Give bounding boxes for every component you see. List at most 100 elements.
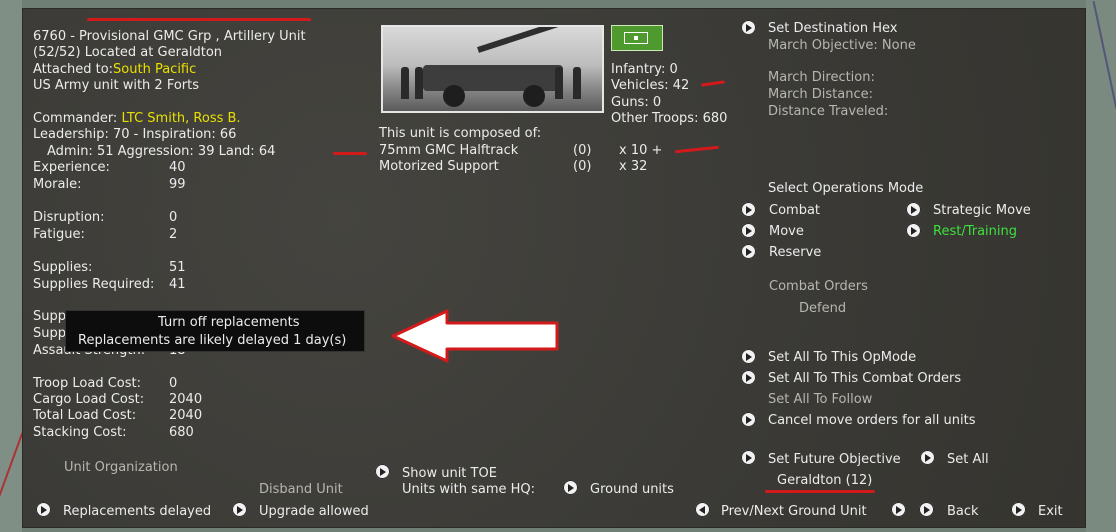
stat-label: Experience: [33, 160, 110, 175]
stat-value: 0 [169, 210, 178, 225]
future-objective-value: Geraldton (12) [777, 473, 873, 488]
unit-title: 6760 - Provisional GMC Grp , Artillery U… [33, 29, 306, 44]
disband-unit-label[interactable]: Disband Unit [259, 482, 343, 498]
unit-type: US Army unit with 2 Forts [33, 78, 200, 93]
load-value: 2040 [169, 408, 203, 423]
guns-count: Guns: 0 [611, 95, 662, 110]
replacements-label[interactable]: Replacements delayed [63, 504, 211, 520]
exit-label[interactable]: Exit [1038, 504, 1063, 520]
march-distance: March Distance: [768, 87, 873, 102]
combat-mode-button-icon[interactable] [741, 202, 756, 217]
march-objective: March Objective: None [768, 38, 916, 53]
set-all-opmode-button-icon[interactable] [741, 349, 756, 364]
reserve-mode-label[interactable]: Reserve [769, 245, 821, 261]
load-label: Total Load Cost: [33, 408, 137, 423]
set-all-button-icon[interactable] [920, 450, 935, 465]
stat-value: 40 [169, 160, 186, 175]
annotation-underline [700, 80, 726, 87]
cancel-move-label[interactable]: Cancel move orders for all units [768, 413, 975, 429]
distance-traveled: Distance Traveled: [768, 104, 889, 119]
move-mode-label[interactable]: Move [769, 224, 804, 240]
other-troops-count: Other Troops: 680 [611, 111, 728, 126]
attached-hq-link[interactable]: South Pacific [113, 62, 196, 77]
unit-organization-label[interactable]: Unit Organization [64, 460, 178, 476]
composition-item-count: (0) [573, 143, 592, 158]
cancel-move-button-icon[interactable] [741, 412, 756, 427]
set-all-orders-button-icon[interactable] [741, 370, 756, 385]
reserve-mode-button-icon[interactable] [741, 244, 756, 259]
composition-item-qty: x 10 + [619, 143, 663, 158]
replacements-button-icon[interactable] [36, 502, 51, 517]
vehicles-count: Vehicles: 42 [611, 78, 690, 93]
replacements-tooltip: Turn off replacements Replacements are l… [65, 310, 365, 352]
move-mode-button-icon[interactable] [741, 223, 756, 238]
composition-item-name: Motorized Support [379, 159, 499, 174]
stat-label: Fatigue: [33, 227, 85, 242]
commander-label: Commander: [33, 111, 118, 126]
composition-header: This unit is composed of: [379, 126, 542, 141]
admin-line: Admin: 51 Aggression: 39 Land: 64 [47, 144, 276, 159]
upgrade-label[interactable]: Upgrade allowed [259, 504, 369, 520]
upgrade-button-icon[interactable] [232, 502, 247, 517]
rest-training-label[interactable]: Rest/Training [933, 224, 1017, 240]
composition-item-qty: x 32 [619, 159, 648, 174]
set-all-opmode-label[interactable]: Set All To This OpMode [768, 350, 916, 366]
stat-value: 99 [169, 177, 186, 192]
load-label: Cargo Load Cost: [33, 392, 145, 407]
composition-item-count: (0) [573, 159, 592, 174]
combat-orders-label: Combat Orders [769, 279, 868, 294]
set-destination-button-icon[interactable] [741, 20, 756, 35]
show-toe-button-icon[interactable] [375, 464, 390, 479]
future-objective-label[interactable]: Set Future Objective [768, 452, 901, 468]
prev-next-unit-label: Prev/Next Ground Unit [721, 504, 867, 519]
annotation-underline [87, 18, 311, 21]
load-value: 2040 [169, 392, 203, 407]
load-value: 0 [169, 376, 178, 391]
future-objective-button-icon[interactable] [741, 450, 756, 465]
annotation-underline [765, 490, 875, 493]
set-destination-label[interactable]: Set Destination Hex [768, 21, 897, 37]
set-all-orders-label[interactable]: Set All To This Combat Orders [768, 371, 961, 387]
unit-location: (52/52) Located at Geraldton [33, 45, 223, 60]
commander-line: Commander: LTC Smith, Ross B. [33, 111, 241, 127]
back-button-icon[interactable] [919, 502, 934, 517]
leadership-line: Leadership: 70 - Inspiration: 66 [33, 127, 237, 142]
composition-item-name: 75mm GMC Halftrack [379, 143, 519, 158]
tooltip-title: Turn off replacements [158, 315, 300, 330]
ground-units-label[interactable]: Ground units [590, 482, 674, 498]
show-toe-label[interactable]: Show unit TOE [402, 466, 497, 482]
prev-unit-icon[interactable] [695, 502, 710, 517]
load-label: Troop Load Cost: [33, 376, 141, 391]
back-label[interactable]: Back [947, 504, 979, 520]
stat-value: 41 [169, 277, 186, 292]
next-unit-icon[interactable] [891, 502, 906, 517]
strategic-move-label[interactable]: Strategic Move [933, 203, 1031, 219]
stat-label: Disruption: [33, 210, 105, 225]
load-label: Stacking Cost: [33, 425, 127, 440]
set-all-follow-label: Set All To Follow [768, 392, 873, 407]
strategic-move-button-icon[interactable] [906, 202, 921, 217]
unit-photo [381, 25, 604, 113]
ground-units-button-icon[interactable] [563, 480, 578, 495]
stat-label: Supplies Required: [33, 277, 155, 292]
opmode-header: Select Operations Mode [768, 181, 924, 196]
map-background-left [0, 0, 22, 532]
stat-label: Morale: [33, 177, 82, 192]
stat-value: 2 [169, 227, 178, 242]
unit-type-symbol-icon [611, 25, 663, 51]
rest-training-button-icon[interactable] [906, 223, 921, 238]
load-value: 680 [169, 425, 194, 440]
same-hq-label: Units with same HQ: [402, 482, 536, 497]
combat-mode-label[interactable]: Combat [769, 203, 820, 219]
attached-label: Attached to: [33, 62, 114, 77]
unit-attached: Attached to:South Pacific [33, 62, 196, 78]
exit-button-icon[interactable] [1011, 502, 1026, 517]
annotation-arrow-icon [391, 309, 559, 363]
stat-label: Supplies: [33, 260, 93, 275]
march-direction: March Direction: [768, 70, 875, 85]
combat-orders-value[interactable]: Defend [799, 301, 846, 317]
commander-name-link[interactable]: LTC Smith, Ross B. [121, 111, 240, 126]
set-all-label[interactable]: Set All [947, 452, 989, 468]
tooltip-detail: Replacements are likely delayed 1 day(s) [78, 333, 347, 348]
annotation-underline [674, 145, 720, 154]
